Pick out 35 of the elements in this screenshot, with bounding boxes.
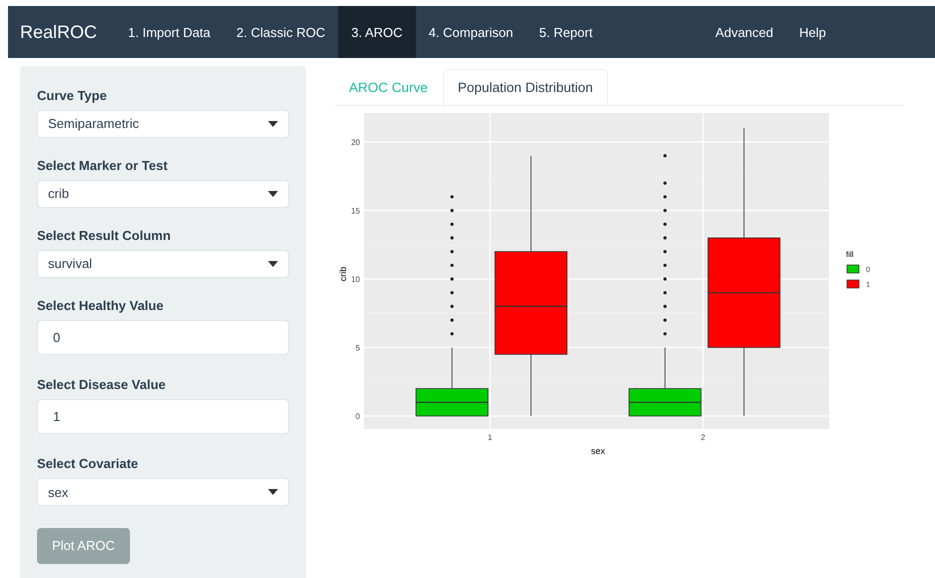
- select-dropdown[interactable]: Semiparametric: [37, 110, 289, 138]
- y-axis-title: crib: [338, 266, 348, 282]
- select-dropdown[interactable]: survival: [37, 250, 289, 278]
- nav-tab[interactable]: 2. Classic ROC: [223, 6, 338, 58]
- caret-icon: [268, 260, 278, 267]
- field-label: Curve Type: [37, 88, 108, 103]
- y-tick-label: 20: [351, 138, 360, 147]
- nav-tab[interactable]: 4. Comparison: [416, 6, 526, 58]
- field-label: Select Covariate: [37, 456, 140, 472]
- legend-title: fill: [846, 250, 854, 259]
- y-tick-label: 15: [351, 206, 360, 216]
- x-tick-label: 2: [700, 433, 706, 442]
- field-label: Select Marker or Test: [37, 158, 169, 173]
- y-tick-label: 0: [356, 412, 360, 421]
- tab[interactable]: Population Distribution: [442, 69, 608, 105]
- y-tick-label: 10: [351, 275, 360, 284]
- select-dropdown[interactable]: crib: [37, 180, 289, 208]
- field-label: Select Disease Value: [37, 376, 167, 392]
- caret-icon: [268, 120, 278, 127]
- field-label: Select Result Column: [37, 228, 172, 243]
- nav-tab[interactable]: 3. AROC: [338, 6, 416, 58]
- field-label: Select Healthy Value: [37, 298, 164, 313]
- number-input[interactable]: 0: [37, 320, 289, 355]
- x-axis-title: sex: [591, 446, 605, 456]
- y-tick-label: 5: [356, 344, 360, 352]
- select-dropdown[interactable]: sex: [37, 478, 289, 506]
- number-input[interactable]: 1: [37, 398, 289, 434]
- nav-tab[interactable]: 5. Report: [526, 6, 606, 58]
- caret-icon: [268, 190, 278, 197]
- nav-link[interactable]: Help: [786, 6, 839, 58]
- nav-tab[interactable]: 1. Import Data: [115, 6, 224, 58]
- caret-icon: [268, 489, 278, 495]
- x-tick-label: 1: [488, 433, 492, 442]
- brand-title[interactable]: RealROC: [8, 6, 116, 58]
- nav-link[interactable]: Advanced: [702, 6, 786, 58]
